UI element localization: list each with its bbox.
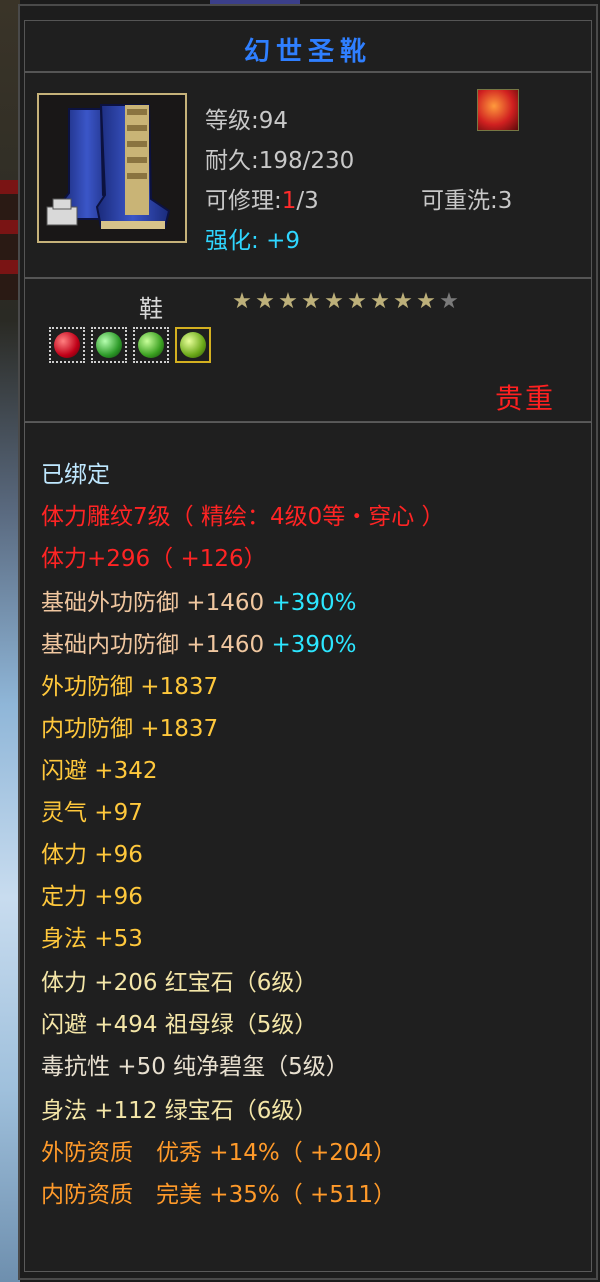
item-repair: 可修理:1/3 — [205, 181, 319, 215]
boots-item-icon — [37, 93, 187, 243]
int-def: 内功防御 +1837 — [41, 716, 219, 742]
stats-section: 已绑定 体力雕纹7级（ 精绘：4级0等・穿心 ） 体力+296（ +126） 基… — [24, 422, 592, 1272]
slot-gem-section: 鞋 ★ ★ ★ ★ ★ ★ ★ ★ ★ ★ 贵重 — [24, 278, 592, 422]
item-enhance: 强化: +9 — [205, 221, 300, 255]
title-section: 幻世圣靴 — [24, 20, 592, 72]
base-ext-def-pct: +390% — [271, 590, 357, 616]
enhance-value: +9 — [266, 228, 300, 254]
repair-label: 可修理: — [205, 188, 282, 214]
base-ext-def: 基础外功防御 +1460 +390% — [41, 583, 356, 617]
gem-dodge: 闪避 +494 祖母绿（5级） — [41, 1012, 318, 1038]
flame-badge-icon — [477, 89, 519, 131]
base-ext-def-label: 基础外功防御 +1460 — [41, 590, 272, 616]
base-int-def-pct: +390% — [271, 632, 357, 658]
star-icon: ★ — [255, 289, 275, 314]
item-level: 等级:94 — [205, 108, 289, 134]
star-icon: ★ — [232, 289, 252, 314]
game-scene-background — [0, 0, 20, 1282]
star-rating: ★ ★ ★ ★ ★ ★ ★ ★ ★ ★ — [231, 291, 460, 313]
item-tooltip: 幻世圣靴 等级:94 耐久:198/230 可修理:1/3 可重洗:3 强化: … — [18, 4, 598, 1280]
emerald-gem-icon[interactable] — [133, 327, 169, 363]
gem-slots — [49, 327, 211, 363]
item-durability: 耐久:198/230 — [205, 148, 355, 174]
star-icon: ★ — [393, 289, 413, 314]
dodge: 闪避 +342 — [41, 758, 158, 784]
emerald-gem-icon[interactable] — [91, 327, 127, 363]
spirit: 灵气 +97 — [41, 800, 143, 826]
focus: 定力 +96 — [41, 884, 143, 910]
enhance-label: 强化: — [205, 228, 259, 254]
ext-quality: 外防资质 优秀 +14%（ +204） — [41, 1140, 397, 1166]
base-int-def: 基础内功防御 +1460 +390% — [41, 625, 356, 659]
ext-def: 外功防御 +1837 — [41, 674, 219, 700]
star-icon: ★ — [416, 289, 436, 314]
star-icon: ★ — [347, 289, 367, 314]
repair-used: 1 — [281, 188, 297, 214]
item-rewash: 可重洗:3 — [421, 188, 513, 214]
star-icon: ★ — [370, 289, 390, 314]
vitality-total: 体力+296（ +126） — [41, 546, 267, 572]
ruby-gem-icon[interactable] — [49, 327, 85, 363]
star-icon: ★ — [324, 289, 344, 314]
slot-type: 鞋 — [139, 295, 163, 323]
gem-agility: 身法 +112 绿宝石（6级） — [41, 1098, 318, 1124]
star-empty-icon: ★ — [439, 289, 459, 314]
item-info-section: 等级:94 耐久:198/230 可修理:1/3 可重洗:3 强化: +9 — [24, 72, 592, 278]
item-name: 幻世圣靴 — [243, 37, 372, 67]
agility: 身法 +53 — [41, 926, 143, 952]
base-int-def-label: 基础内功防御 +1460 — [41, 632, 272, 658]
engrave-line: 体力雕纹7级（ 精绘：4级0等・穿心 ） — [41, 504, 445, 530]
jade-gem-icon[interactable] — [175, 327, 211, 363]
repair-total: /3 — [296, 188, 319, 214]
rarity-label: 贵重 — [494, 382, 555, 415]
vitality: 体力 +96 — [41, 842, 143, 868]
star-icon: ★ — [301, 289, 321, 314]
int-quality: 内防资质 完美 +35%（ +511） — [41, 1182, 397, 1208]
bound-status: 已绑定 — [41, 462, 110, 488]
gem-vitality: 体力 +206 红宝石（6级） — [41, 970, 318, 996]
gem-poison-resist: 毒抗性 +50 纯净碧玺（5级） — [41, 1054, 349, 1080]
star-icon: ★ — [278, 289, 298, 314]
